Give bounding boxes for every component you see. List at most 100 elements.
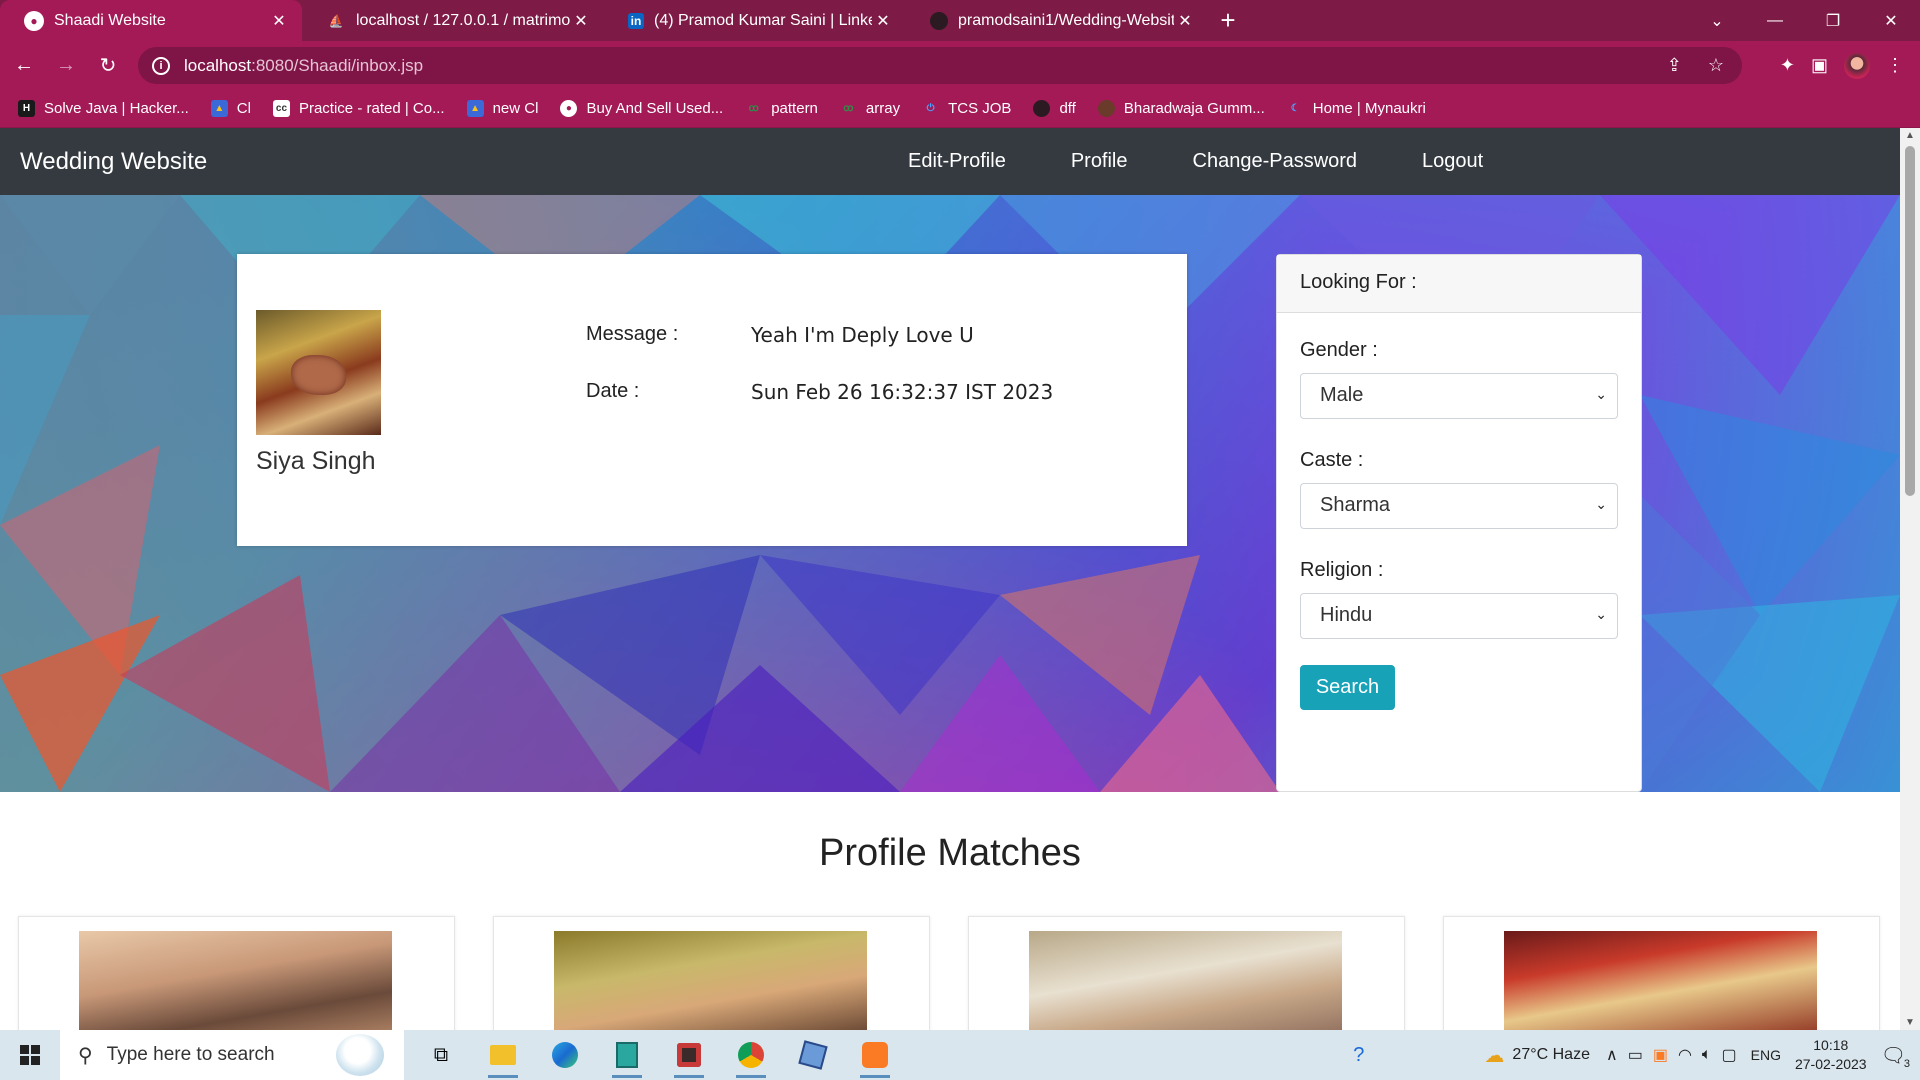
gender-value: Male xyxy=(1320,384,1364,406)
tab-linkedin[interactable]: in (4) Pramod Kumar Saini | LinkedIn ✕ xyxy=(604,0,906,41)
media-app-icon[interactable] xyxy=(658,1030,720,1080)
profile-icon xyxy=(1097,100,1115,117)
gender-select[interactable]: Male ⌄ xyxy=(1300,373,1618,419)
search-button[interactable]: Search xyxy=(1300,665,1395,710)
match-card[interactable] xyxy=(18,916,455,1030)
weather-text[interactable]: 27°C Haze xyxy=(1512,1046,1590,1064)
chevron-down-icon: ⌄ xyxy=(1595,386,1607,402)
caste-select[interactable]: Sharma ⌄ xyxy=(1300,483,1618,529)
share-icon[interactable]: ⇪ xyxy=(1667,55,1682,76)
globe-icon: ● xyxy=(24,10,44,31)
close-icon[interactable]: ✕ xyxy=(872,11,894,31)
date-label: Date : xyxy=(586,380,640,402)
menu-icon[interactable]: ⋮ xyxy=(1886,55,1904,76)
bookmark-item[interactable]: Bharadwaja Gumm... xyxy=(1097,100,1265,117)
linkedin-icon: in xyxy=(628,12,644,29)
display-icon[interactable]: ▢ xyxy=(1722,1045,1737,1065)
bookmarks-bar: H Solve Java | Hacker... ▲ Cl cc Practice -… xyxy=(0,90,1920,128)
bookmark-item[interactable]: ⏻ TCS JOB xyxy=(922,100,1012,117)
chevron-up-icon[interactable]: ∧ xyxy=(1606,1045,1618,1065)
back-icon[interactable]: ← xyxy=(6,48,42,84)
bookmark-star-icon[interactable]: ☆ xyxy=(1708,55,1724,76)
notifications-icon[interactable]: 🗨︎ 3 xyxy=(1881,1043,1910,1070)
inbox-message-card: Siya Singh Message : Yeah I'm Deply Love… xyxy=(237,254,1187,546)
scrollbar-thumb[interactable] xyxy=(1905,146,1915,496)
tab-shaadi-website[interactable]: ● Shaadi Website ✕ xyxy=(0,0,302,41)
taskbar-search-input[interactable]: ⚲ Type here to search xyxy=(60,1030,404,1080)
scroll-down-icon[interactable]: ▼ xyxy=(1905,1017,1915,1028)
reload-icon[interactable]: ↻ xyxy=(90,48,126,84)
folder-icon: ▲ xyxy=(466,100,484,117)
match-photo[interactable] xyxy=(79,931,392,1030)
match-card[interactable] xyxy=(968,916,1405,1030)
bookmark-item[interactable]: dff xyxy=(1033,100,1076,117)
close-window-button[interactable]: ✕ xyxy=(1862,0,1920,41)
nav-change-password[interactable]: Change-Password xyxy=(1193,150,1358,173)
match-photo[interactable] xyxy=(1504,931,1817,1030)
match-photo[interactable] xyxy=(554,931,867,1030)
close-icon[interactable]: ✕ xyxy=(570,11,592,31)
new-tab-button[interactable]: + xyxy=(1208,0,1248,41)
profile-avatar[interactable] xyxy=(1844,52,1870,79)
language-indicator[interactable]: ENG xyxy=(1751,1047,1781,1063)
close-icon[interactable]: ✕ xyxy=(268,11,290,31)
match-photo[interactable] xyxy=(1029,931,1342,1030)
sender-name[interactable]: Siya Singh xyxy=(256,447,376,476)
app-icon[interactable] xyxy=(596,1030,658,1080)
xampp-icon[interactable] xyxy=(844,1030,906,1080)
nav-edit-profile[interactable]: Edit-Profile xyxy=(908,150,1006,173)
tab-search-chevron-icon[interactable]: ⌄ xyxy=(1688,0,1746,41)
nav-logout[interactable]: Logout xyxy=(1422,150,1483,173)
bookmark-label: Cl xyxy=(236,100,251,117)
date-text: Sun Feb 26 16:32:37 IST 2023 xyxy=(751,380,1054,404)
bookmark-item[interactable]: ꝏ array xyxy=(840,100,900,117)
clock[interactable]: 10:18 27-02-2023 xyxy=(1795,1036,1867,1074)
close-icon[interactable]: ✕ xyxy=(1174,11,1196,31)
sender-photo[interactable] xyxy=(256,310,381,435)
side-panel-icon[interactable]: ▣ xyxy=(1811,55,1828,76)
url-input[interactable]: i localhost:8080/Shaadi/inbox.jsp ⇪ ☆ xyxy=(138,47,1742,84)
bookmark-item[interactable]: ꝏ pattern xyxy=(745,100,818,117)
nav-profile[interactable]: Profile xyxy=(1071,150,1128,173)
web-page: Wedding Website Edit-Profile Profile Cha… xyxy=(0,128,1900,1030)
tab-github[interactable]: pramodsaini1/Wedding-Website ✕ xyxy=(906,0,1208,41)
help-icon[interactable]: ? xyxy=(1353,1044,1364,1067)
task-view-icon[interactable]: ⧉ xyxy=(410,1030,472,1080)
edge-icon[interactable] xyxy=(534,1030,596,1080)
bookmark-item[interactable]: ☾ Home | Mynaukri xyxy=(1287,100,1426,117)
site-brand[interactable]: Wedding Website xyxy=(20,148,207,176)
bookmark-label: new Cl xyxy=(492,100,539,117)
scroll-up-icon[interactable]: ▲ xyxy=(1905,130,1915,141)
search-card-header: Looking For : xyxy=(1277,255,1641,313)
bookmark-label: Home | Mynaukri xyxy=(1312,100,1426,117)
bookmark-item[interactable]: ▲ Cl xyxy=(210,100,251,117)
bookmark-item[interactable]: ▲ new Cl xyxy=(466,100,539,117)
match-card[interactable] xyxy=(1443,916,1880,1030)
chevron-down-icon: ⌄ xyxy=(1595,606,1607,622)
restore-button[interactable]: ❐ xyxy=(1804,0,1862,41)
tab-phpmyadmin[interactable]: ⛵ localhost / 127.0.0.1 / matrimonia ✕ xyxy=(302,0,604,41)
file-explorer-icon[interactable] xyxy=(472,1030,534,1080)
tab-title: Shaadi Website xyxy=(54,11,166,29)
match-card[interactable] xyxy=(493,916,930,1030)
chrome-icon[interactable] xyxy=(720,1030,782,1080)
extensions-icon[interactable]: ✦ xyxy=(1780,55,1795,76)
wifi-icon[interactable]: ◠ xyxy=(1678,1045,1692,1065)
page-scrollbar[interactable]: ▲ ▼ xyxy=(1900,128,1920,1030)
gfg-icon: ꝏ xyxy=(748,103,759,114)
windows-start-icon[interactable] xyxy=(0,1030,60,1080)
battery-icon[interactable]: ▭ xyxy=(1628,1045,1643,1065)
minimize-button[interactable]: — xyxy=(1746,0,1804,41)
religion-select[interactable]: Hindu ⌄ xyxy=(1300,593,1618,639)
search-placeholder: Type here to search xyxy=(106,1044,275,1065)
bookmark-item[interactable]: cc Practice - rated | Co... xyxy=(272,100,445,117)
virtualbox-icon[interactable] xyxy=(782,1030,844,1080)
forward-icon[interactable]: → xyxy=(48,48,84,84)
site-info-icon[interactable]: i xyxy=(152,56,170,75)
volume-icon[interactable]: 🔈︎ xyxy=(1702,1046,1712,1064)
bookmark-item[interactable]: H Solve Java | Hacker... xyxy=(18,100,189,117)
bookmark-item[interactable]: ● Buy And Sell Used... xyxy=(560,100,723,117)
xampp-tray-icon[interactable]: ▣ xyxy=(1653,1045,1668,1065)
hero-background: Siya Singh Message : Yeah I'm Deply Love… xyxy=(0,195,1900,792)
chevron-down-icon: ⌄ xyxy=(1595,496,1607,512)
